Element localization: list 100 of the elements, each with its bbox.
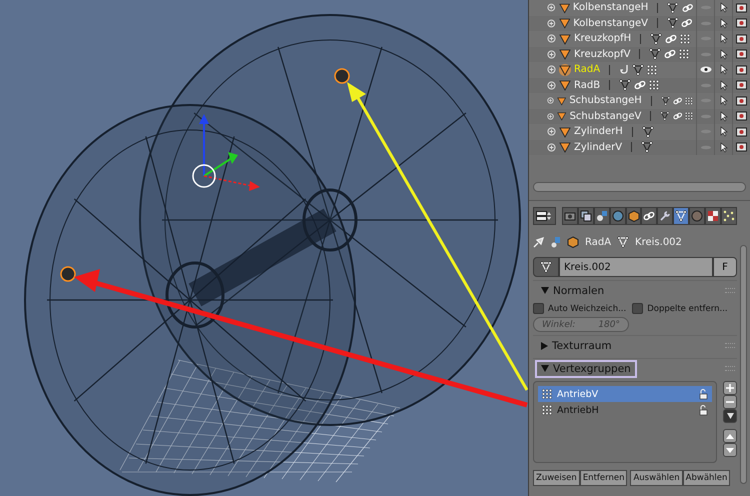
particles-icon xyxy=(723,210,736,222)
mesh-object-icon xyxy=(559,126,571,138)
outliner-item[interactable]: KolbenstangeV xyxy=(529,16,750,31)
wrench-icon xyxy=(659,210,672,222)
cursor-arrow-icon[interactable] xyxy=(720,126,728,138)
cube-icon xyxy=(567,236,579,248)
scrollbar[interactable] xyxy=(740,245,747,484)
expand-plus-icon xyxy=(547,50,556,59)
link-icon xyxy=(682,2,694,13)
camera-icon[interactable] xyxy=(736,49,747,60)
mesh-triangle-icon xyxy=(667,2,679,14)
material-sphere-icon xyxy=(691,210,704,222)
cursor-arrow-icon[interactable] xyxy=(720,18,728,29)
mesh-triangle-icon xyxy=(619,79,632,92)
add-button[interactable] xyxy=(723,381,737,395)
camera-icon[interactable] xyxy=(736,18,747,28)
axis-gizmo-icon xyxy=(192,114,260,191)
vertex-group-icon xyxy=(685,111,693,122)
cursor-arrow-icon[interactable] xyxy=(720,48,728,60)
camera-icon[interactable] xyxy=(736,64,747,75)
fake-user-button[interactable]: F xyxy=(713,257,737,277)
panel-header[interactable]: Vertexgruppen xyxy=(535,360,637,378)
expand-plus-icon xyxy=(547,18,556,28)
camera-icon[interactable] xyxy=(736,2,748,13)
cursor-arrow-icon[interactable] xyxy=(720,110,728,122)
hook-icon xyxy=(619,64,630,76)
group-action-button[interactable]: Abwählen xyxy=(682,470,730,486)
move-down-button[interactable] xyxy=(723,443,737,457)
vertex-group-icon xyxy=(542,405,552,415)
cursor-arrow-icon[interactable] xyxy=(720,33,728,44)
mesh-triangle-icon xyxy=(540,261,552,273)
vertex-group-item[interactable]: AntriebV xyxy=(538,386,712,402)
cursor-arrow-icon[interactable] xyxy=(720,64,728,76)
properties-tab[interactable] xyxy=(578,207,594,225)
dropdown-icon xyxy=(726,413,734,419)
properties-tab[interactable] xyxy=(673,207,690,225)
camera-icon[interactable] xyxy=(736,80,747,90)
mesh-object-icon xyxy=(557,110,567,122)
group-action-button[interactable]: Entfernen xyxy=(580,470,628,486)
camera-icon[interactable] xyxy=(736,142,747,152)
outliner-item[interactable]: KreuzkopfV xyxy=(529,46,750,62)
properties-tab[interactable] xyxy=(594,207,610,225)
mesh-triangle-icon xyxy=(642,126,654,138)
outliner-item[interactable]: SchubstangeV xyxy=(529,108,750,124)
panel-header[interactable]: Texturraum xyxy=(535,336,618,354)
panel-header[interactable]: Normalen xyxy=(535,282,610,300)
vertex-group-icon xyxy=(647,64,658,75)
unlock-icon[interactable] xyxy=(699,388,708,400)
vertex-group-icon xyxy=(685,96,694,106)
expand-plus-icon xyxy=(547,80,556,90)
specials-button[interactable] xyxy=(723,409,737,423)
camera-icon[interactable] xyxy=(736,111,747,122)
mesh-browse-button[interactable] xyxy=(533,257,559,277)
minus-icon xyxy=(726,401,734,403)
move-up-button[interactable] xyxy=(723,429,737,443)
group-action-button[interactable]: Auswählen xyxy=(630,470,683,486)
mesh-object-icon xyxy=(559,48,571,60)
cursor-arrow-icon[interactable] xyxy=(720,80,728,91)
editor-type-button[interactable] xyxy=(533,207,556,225)
cursor-arrow-icon[interactable] xyxy=(720,2,728,14)
outliner-item[interactable]: ZylinderV xyxy=(529,140,750,155)
properties-tab[interactable] xyxy=(657,207,674,225)
properties-tab[interactable] xyxy=(705,207,722,225)
scene-icon xyxy=(596,210,608,222)
properties-tab[interactable] xyxy=(721,207,738,225)
expand-plus-icon xyxy=(547,127,556,136)
group-action-button[interactable]: Zuweisen xyxy=(533,470,580,486)
vertex-marker xyxy=(334,68,350,84)
checkbox[interactable]: Auto Weichzeich... xyxy=(533,303,626,314)
scrollbar[interactable] xyxy=(533,182,746,192)
globe-icon xyxy=(612,210,624,222)
properties-tab[interactable] xyxy=(641,207,658,225)
pin-icon[interactable] xyxy=(533,236,545,248)
cursor-arrow-icon[interactable] xyxy=(720,95,728,106)
expanded-triangle-icon xyxy=(541,287,549,294)
vertex-group-item[interactable]: AntriebH xyxy=(538,402,712,418)
mesh-object-icon xyxy=(558,2,570,14)
mesh-triangle-icon xyxy=(660,94,670,107)
mesh-triangle-icon xyxy=(641,141,654,154)
mesh-object-icon xyxy=(556,94,566,107)
remove-button[interactable] xyxy=(723,395,737,409)
plus-icon xyxy=(726,384,734,392)
properties-tab[interactable] xyxy=(626,207,642,225)
vertex-marker xyxy=(60,266,76,282)
eye-icon[interactable] xyxy=(700,66,712,74)
camera-icon[interactable] xyxy=(736,126,747,137)
unlock-icon[interactable] xyxy=(699,404,708,416)
mesh-triangle-icon xyxy=(650,32,662,45)
mesh-object-icon xyxy=(558,17,570,30)
mesh-triangle-icon xyxy=(649,48,662,60)
mesh-name-field[interactable]: Kreis.002 xyxy=(559,257,713,277)
cursor-arrow-icon[interactable] xyxy=(720,142,728,153)
camera-icon[interactable] xyxy=(736,96,748,106)
mesh-triangle-icon xyxy=(660,110,670,122)
link-icon xyxy=(634,80,646,90)
camera-icon[interactable] xyxy=(736,34,747,44)
layers-icon xyxy=(580,210,592,222)
outliner-item[interactable]: RadB xyxy=(529,78,750,93)
checker-icon xyxy=(707,210,720,222)
checkbox[interactable]: Doppelte entfern... xyxy=(632,303,728,314)
